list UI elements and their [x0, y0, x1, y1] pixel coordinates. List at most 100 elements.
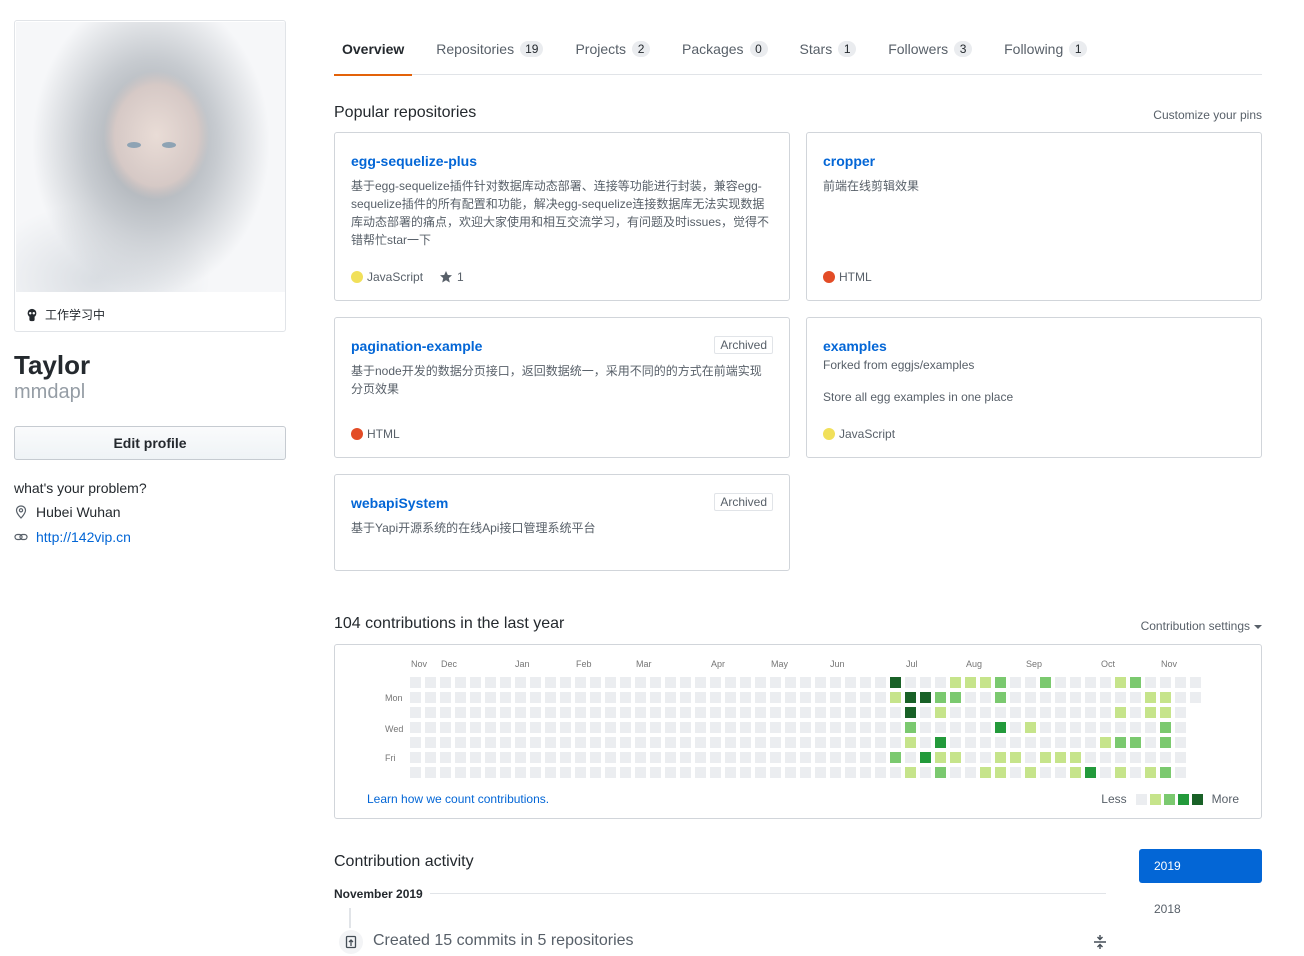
contribution-day[interactable]	[515, 737, 526, 748]
contribution-day[interactable]	[1010, 767, 1021, 778]
contribution-day[interactable]	[470, 692, 481, 703]
contribution-day[interactable]	[770, 737, 781, 748]
year-2018-link[interactable]: 2018	[1154, 902, 1181, 916]
contribution-day[interactable]	[890, 722, 901, 733]
contribution-day[interactable]	[1070, 692, 1081, 703]
contribution-day[interactable]	[725, 677, 736, 688]
contribution-day[interactable]	[845, 677, 856, 688]
contribution-day[interactable]	[890, 737, 901, 748]
contribution-day[interactable]	[995, 722, 1006, 733]
contribution-day[interactable]	[755, 677, 766, 688]
contribution-day[interactable]	[1115, 737, 1126, 748]
contribution-day[interactable]	[530, 707, 541, 718]
contribution-day[interactable]	[455, 677, 466, 688]
contribution-day[interactable]	[455, 737, 466, 748]
contribution-day[interactable]	[935, 752, 946, 763]
contribution-day[interactable]	[785, 737, 796, 748]
contribution-day[interactable]	[440, 767, 451, 778]
contribution-day[interactable]	[575, 767, 586, 778]
contribution-day[interactable]	[1085, 722, 1096, 733]
tab-projects[interactable]: Projects 2	[567, 22, 658, 75]
contribution-day[interactable]	[1175, 692, 1186, 703]
contribution-day[interactable]	[530, 677, 541, 688]
contribution-day[interactable]	[755, 722, 766, 733]
contribution-day[interactable]	[515, 722, 526, 733]
contribution-day[interactable]	[560, 707, 571, 718]
contribution-day[interactable]	[800, 752, 811, 763]
contribution-day[interactable]	[890, 767, 901, 778]
contribution-day[interactable]	[830, 722, 841, 733]
contribution-day[interactable]	[440, 707, 451, 718]
contribution-day[interactable]	[785, 677, 796, 688]
contribution-day[interactable]	[830, 752, 841, 763]
contribution-day[interactable]	[980, 692, 991, 703]
contribution-day[interactable]	[935, 707, 946, 718]
contribution-day[interactable]	[755, 692, 766, 703]
contribution-day[interactable]	[905, 767, 916, 778]
contribution-day[interactable]	[860, 767, 871, 778]
contribution-day[interactable]	[590, 737, 601, 748]
contribution-day[interactable]	[1010, 752, 1021, 763]
contribution-day[interactable]	[530, 752, 541, 763]
contribution-day[interactable]	[695, 677, 706, 688]
contribution-day[interactable]	[635, 767, 646, 778]
contribution-day[interactable]	[815, 737, 826, 748]
contribution-day[interactable]	[800, 767, 811, 778]
contribution-day[interactable]	[1190, 692, 1201, 703]
contribution-day[interactable]	[605, 722, 616, 733]
contribution-day[interactable]	[425, 767, 436, 778]
contribution-day[interactable]	[875, 692, 886, 703]
contribution-day[interactable]	[800, 722, 811, 733]
contribution-day[interactable]	[1025, 692, 1036, 703]
contribution-day[interactable]	[785, 767, 796, 778]
contribution-day[interactable]	[1175, 767, 1186, 778]
contribution-day[interactable]	[590, 752, 601, 763]
contribution-day[interactable]	[515, 767, 526, 778]
contribution-day[interactable]	[725, 752, 736, 763]
contribution-day[interactable]	[1055, 692, 1066, 703]
contribution-day[interactable]	[845, 692, 856, 703]
contribution-day[interactable]	[650, 707, 661, 718]
contribution-day[interactable]	[620, 692, 631, 703]
contribution-day[interactable]	[890, 677, 901, 688]
contribution-day[interactable]	[575, 692, 586, 703]
contribution-day[interactable]	[515, 677, 526, 688]
contribution-day[interactable]	[860, 737, 871, 748]
contribution-day[interactable]	[515, 692, 526, 703]
contribution-day[interactable]	[1010, 737, 1021, 748]
contribution-day[interactable]	[605, 767, 616, 778]
contribution-day[interactable]	[905, 752, 916, 763]
contribution-day[interactable]	[470, 767, 481, 778]
contribution-day[interactable]	[710, 752, 721, 763]
contribution-day[interactable]	[1055, 722, 1066, 733]
contribution-day[interactable]	[425, 722, 436, 733]
contribution-day[interactable]	[680, 707, 691, 718]
contribution-day[interactable]	[1100, 752, 1111, 763]
contribution-day[interactable]	[980, 722, 991, 733]
contribution-day[interactable]	[605, 737, 616, 748]
contribution-day[interactable]	[1085, 692, 1096, 703]
contribution-day[interactable]	[1175, 737, 1186, 748]
contribution-day[interactable]	[620, 737, 631, 748]
contribution-day[interactable]	[1115, 707, 1126, 718]
contribution-day[interactable]	[725, 767, 736, 778]
contribution-day[interactable]	[1160, 767, 1171, 778]
contribution-day[interactable]	[500, 707, 511, 718]
contribution-day[interactable]	[1160, 737, 1171, 748]
tab-followers[interactable]: Followers 3	[880, 22, 980, 75]
contribution-day[interactable]	[1070, 752, 1081, 763]
contribution-day[interactable]	[545, 707, 556, 718]
contribution-day[interactable]	[950, 677, 961, 688]
user-status[interactable]: 工作学习中	[25, 306, 105, 323]
contribution-day[interactable]	[1100, 722, 1111, 733]
contribution-day[interactable]	[1175, 707, 1186, 718]
contribution-day[interactable]	[425, 737, 436, 748]
contribution-day[interactable]	[635, 677, 646, 688]
contribution-day[interactable]	[845, 707, 856, 718]
contribution-day[interactable]	[770, 677, 781, 688]
contribution-day[interactable]	[500, 722, 511, 733]
contribution-day[interactable]	[410, 707, 421, 718]
contribution-day[interactable]	[485, 752, 496, 763]
contribution-day[interactable]	[1040, 707, 1051, 718]
contribution-day[interactable]	[875, 722, 886, 733]
